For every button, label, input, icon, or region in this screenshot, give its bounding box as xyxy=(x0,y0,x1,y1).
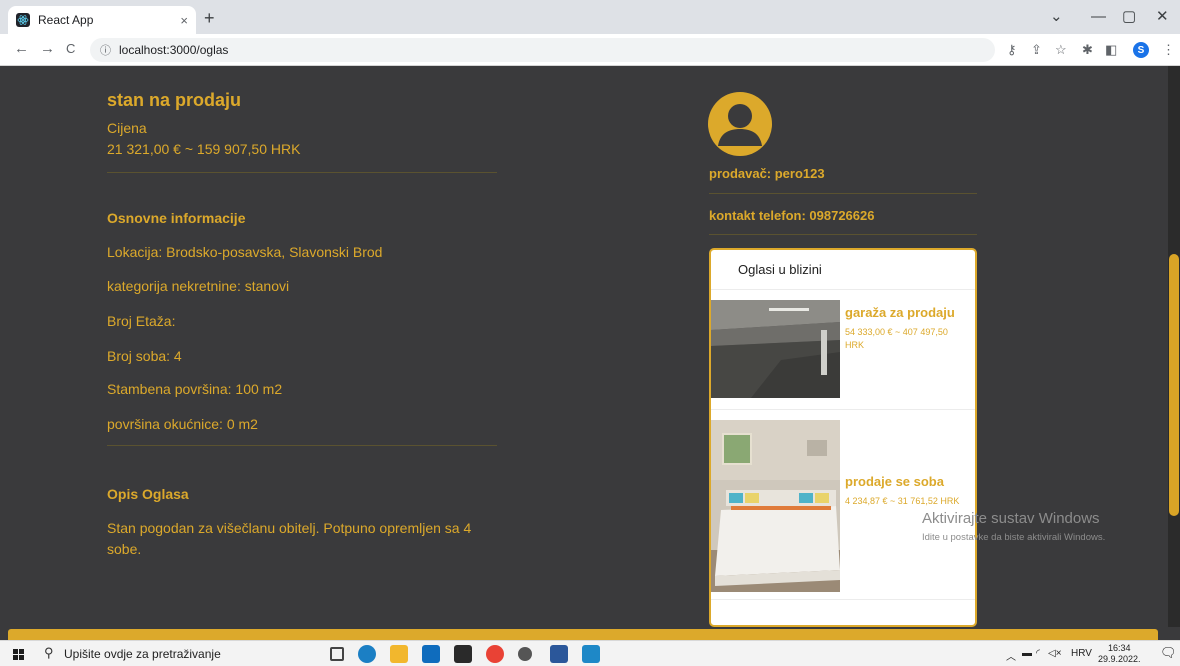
page-footer-bar xyxy=(8,629,1158,640)
tab-title: React App xyxy=(38,13,94,27)
seller-name: prodavač: pero123 xyxy=(709,166,825,181)
maximize-button[interactable]: ▢ xyxy=(1122,9,1136,25)
page-scrollbar[interactable] xyxy=(1168,66,1180,627)
address-bar[interactable]: ⓘ localhost:3000/oglas xyxy=(90,38,995,62)
price-label: Cijena xyxy=(107,120,147,136)
browser-tab[interactable]: React App × xyxy=(8,6,196,34)
chrome-icon[interactable] xyxy=(486,645,504,663)
yard-area-line: površina okućnice: 0 m2 xyxy=(107,416,258,432)
clock-time: 16:34 xyxy=(1108,643,1131,653)
category-line: kategorija nekretnine: stanovi xyxy=(107,278,290,294)
floors-line: Broj Etaža: xyxy=(107,313,176,329)
terminal-icon[interactable] xyxy=(454,645,472,663)
listing-title: stan na prodaju xyxy=(107,90,242,110)
activation-watermark-subtitle: Idite u postavke da biste aktivirali Win… xyxy=(922,532,1106,543)
minimize-button[interactable]: — xyxy=(1091,9,1106,25)
basic-info-heading: Osnovne informacije xyxy=(107,210,246,226)
location-line: Lokacija: Brodsko-posavska, Slavonski Br… xyxy=(107,244,383,260)
nearby-listing-price: 54 333,00 € ~ 407 497,50 HRK xyxy=(845,327,948,350)
divider xyxy=(107,172,497,173)
tab-close-icon[interactable]: × xyxy=(180,13,188,28)
edge-icon[interactable] xyxy=(358,645,376,663)
forward-button[interactable]: → xyxy=(40,41,55,57)
taskbar-search-icon[interactable]: ⚲ xyxy=(44,645,54,661)
activation-watermark-title: Aktivirajte sustav Windows xyxy=(922,510,1100,527)
side-panel-icon[interactable]: ◧ xyxy=(1105,42,1117,58)
description-heading: Opis Oglasa xyxy=(107,486,189,502)
language-indicator[interactable]: HRV xyxy=(1071,648,1092,659)
nearby-listing-title[interactable]: garaža za prodaju xyxy=(845,305,955,320)
divider xyxy=(107,445,497,446)
key-icon[interactable]: ⚷ xyxy=(1007,42,1017,58)
close-window-button[interactable]: ✕ xyxy=(1156,9,1169,25)
divider xyxy=(709,193,977,194)
task-view-icon[interactable] xyxy=(330,647,344,661)
living-area-line: Stambena površina: 100 m2 xyxy=(107,381,283,397)
file-explorer-icon[interactable] xyxy=(390,645,408,663)
nearby-listings-card: Oglasi u blizini garaža za prodaju 54 33… xyxy=(709,248,977,627)
nearby-listing-price: 4 234,87 € ~ 31 761,52 HRK xyxy=(845,496,960,506)
photos-icon[interactable] xyxy=(582,645,600,663)
seller-phone: kontakt telefon: 098726626 xyxy=(709,208,875,223)
price-value: 21 321,00 € ~ 159 907,50 HRK xyxy=(107,141,301,157)
garage-photo[interactable] xyxy=(711,300,840,398)
taskbar-search-input[interactable]: Upišite ovdje za pretraživanje xyxy=(64,647,221,661)
browser-menu-icon[interactable]: ⋮ xyxy=(1162,42,1175,58)
nearby-listing-title[interactable]: prodaje se soba xyxy=(845,474,970,489)
divider xyxy=(709,234,977,235)
scrollbar-thumb[interactable] xyxy=(1169,254,1179,516)
mail-icon[interactable] xyxy=(422,645,440,663)
share-icon[interactable]: ⇪ xyxy=(1031,42,1042,58)
nearby-listing-item[interactable]: garaža za prodaju 54 333,00 € ~ 407 497,… xyxy=(711,300,975,410)
tab-search-icon[interactable]: ⌄ xyxy=(1050,9,1063,25)
bedroom-photo[interactable] xyxy=(711,420,840,592)
notifications-icon[interactable]: 🗨 xyxy=(1160,645,1177,661)
volume-icon[interactable]: ◁× xyxy=(1048,648,1062,659)
reload-button[interactable]: C xyxy=(66,41,75,57)
network-icon[interactable]: ▬ xyxy=(1022,648,1032,659)
profile-avatar[interactable]: S xyxy=(1133,42,1149,58)
rooms-line: Broj soba: 4 xyxy=(107,348,182,364)
clock-date: 29.9.2022. xyxy=(1098,654,1141,664)
browser-toolbar: ← → C ⓘ localhost:3000/oglas ⚷ ⇪ ☆ ✱ ◧ S… xyxy=(0,34,1180,66)
site-info-icon[interactable]: ⓘ xyxy=(100,42,111,58)
seller-avatar-icon xyxy=(708,92,772,156)
react-icon xyxy=(16,13,30,27)
bookmark-star-icon[interactable]: ☆ xyxy=(1055,42,1067,58)
word-icon[interactable] xyxy=(550,645,568,663)
settings-gear-icon[interactable] xyxy=(518,647,532,661)
description-text: Stan pogodan za višečlanu obitelj. Potpu… xyxy=(107,520,472,557)
extensions-icon[interactable]: ✱ xyxy=(1082,42,1093,58)
new-tab-button[interactable]: + xyxy=(204,9,215,27)
windows-start-icon[interactable] xyxy=(13,649,24,660)
windows-taskbar: ⚲ Upišite ovdje za pretraživanje ︿ ▬ ◜ ◁… xyxy=(0,640,1180,666)
wifi-icon[interactable]: ◜ xyxy=(1036,648,1040,659)
tray-chevron-up-icon[interactable]: ︿ xyxy=(1006,648,1016,663)
nearby-heading: Oglasi u blizini xyxy=(711,250,975,290)
taskbar-clock[interactable]: 16:34 29.9.2022. xyxy=(1098,643,1141,665)
browser-tab-bar: React App × + ⌄ — ▢ ✕ xyxy=(0,0,1180,34)
back-button[interactable]: ← xyxy=(14,41,29,57)
url-text: localhost:3000/oglas xyxy=(119,43,229,57)
